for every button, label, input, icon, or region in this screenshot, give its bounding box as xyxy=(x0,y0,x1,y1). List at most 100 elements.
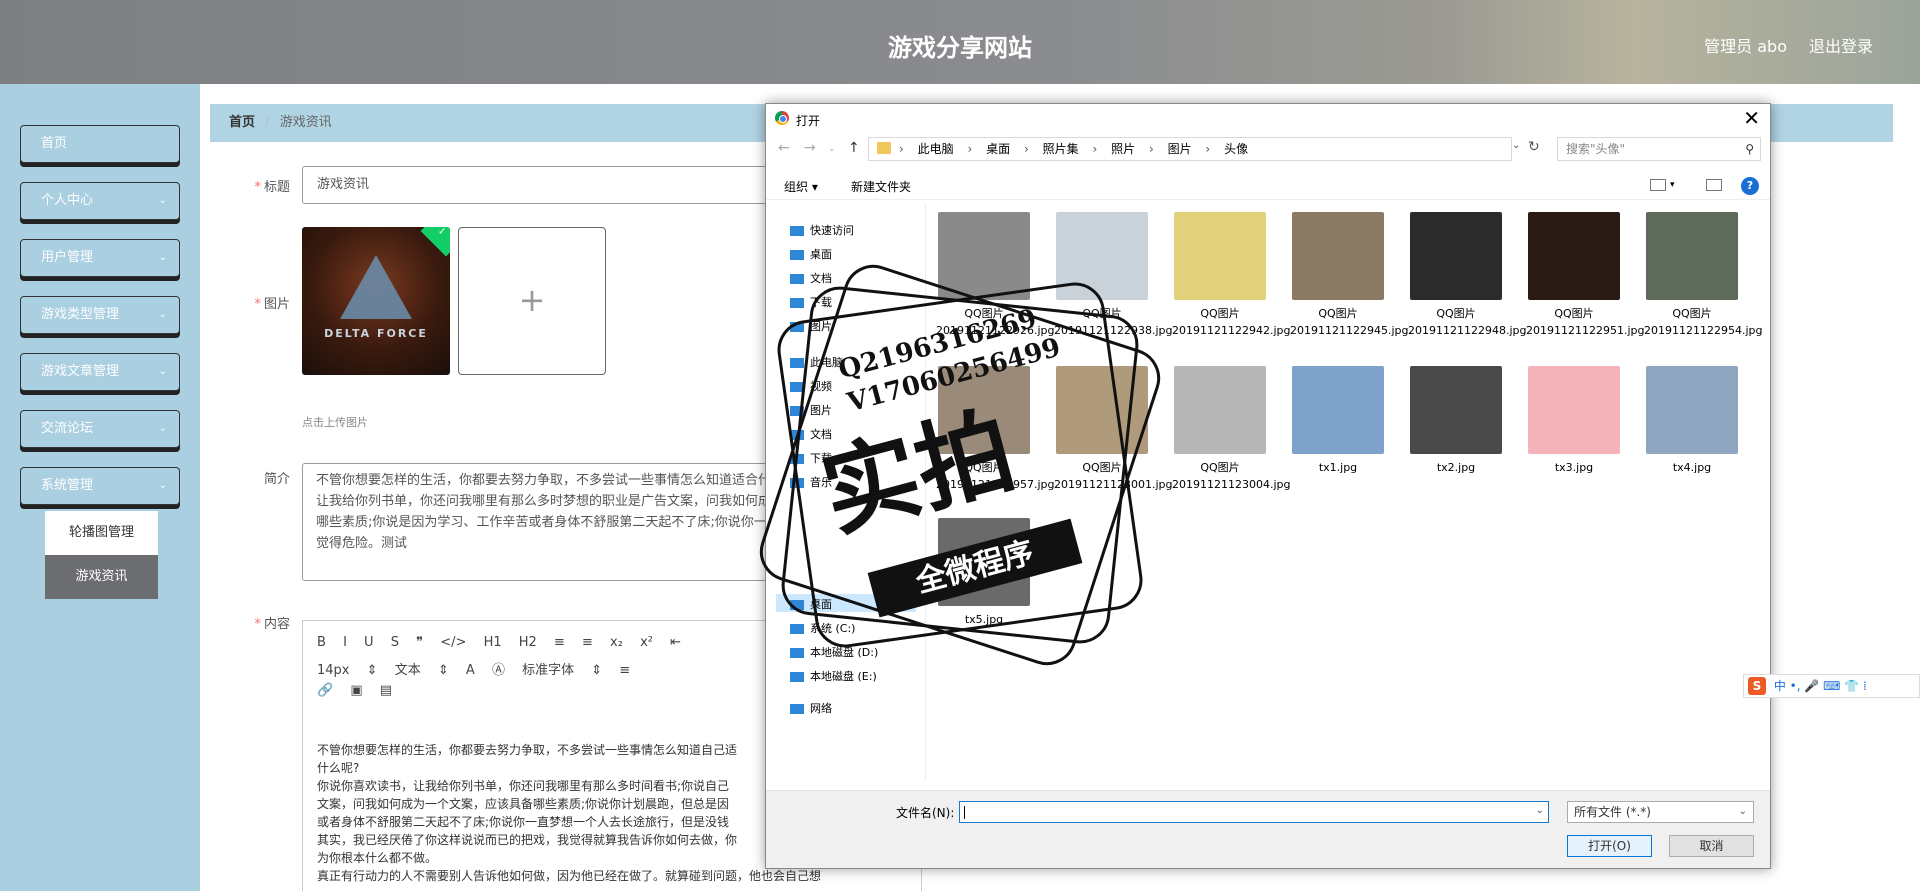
file-item[interactable]: tx2.jpg xyxy=(1408,366,1504,476)
nav-item-downloads[interactable]: 下载 xyxy=(790,294,832,310)
pictures-icon xyxy=(790,322,804,332)
search-input[interactable]: 搜索"头像" ⚲ xyxy=(1557,137,1761,161)
strike-button[interactable]: S xyxy=(391,635,399,650)
quote-button[interactable]: ❞ xyxy=(416,635,423,650)
close-icon[interactable]: ✕ xyxy=(1743,106,1760,130)
align-icon[interactable]: ≡ xyxy=(619,663,630,678)
nav-item-network[interactable]: 网络 xyxy=(790,700,832,716)
subscript-button[interactable]: x₂ xyxy=(610,635,623,650)
view-options-icon[interactable] xyxy=(1650,179,1666,191)
path-segment[interactable]: 照片 xyxy=(1111,138,1135,160)
sidebar-item-personal-center[interactable]: 个人中心 ⌄ xyxy=(20,182,180,220)
sidebar-item-home[interactable]: 首页 xyxy=(20,125,180,163)
open-button[interactable]: 打开(O) xyxy=(1567,835,1652,857)
help-icon[interactable]: ? xyxy=(1741,177,1759,195)
font-size-select[interactable]: 14px xyxy=(317,663,350,678)
logout-link[interactable]: 退出登录 xyxy=(1809,33,1873,57)
text-type-select[interactable]: 文本 xyxy=(395,659,421,678)
nav-item-desktop-2[interactable]: 桌面 xyxy=(790,596,832,612)
command-bar: 组织 ▾ 新建文件夹 ▾ ? xyxy=(766,172,1770,200)
nav-item-documents-2[interactable]: 文档 xyxy=(790,426,832,442)
file-item[interactable]: QQ图片 20191121122942.jpg xyxy=(1172,212,1291,339)
h1-button[interactable]: H1 xyxy=(484,635,502,650)
cancel-button[interactable]: 取消 xyxy=(1669,835,1754,857)
sidebar-item-game-type-management[interactable]: 游戏类型管理 ⌄ xyxy=(20,296,180,334)
file-item[interactable]: tx1.jpg xyxy=(1290,366,1386,476)
sidebar-item-game-article-management[interactable]: 游戏文章管理 ⌄ xyxy=(20,353,180,391)
nav-item-drive-c[interactable]: 系统 (C:) xyxy=(790,620,855,636)
bullet-list-button[interactable]: ≡ xyxy=(582,635,593,650)
required-mark: * xyxy=(254,180,261,195)
address-dropdown-icon[interactable]: ⌄ xyxy=(1512,140,1520,151)
chevron-down-icon: ⌄ xyxy=(158,195,167,206)
sidebar-item-system-management[interactable]: 系统管理 ⌄ xyxy=(20,467,180,505)
sidebar-subitem-carousel[interactable]: 轮播图管理 xyxy=(45,511,158,555)
chevron-down-icon[interactable]: ⌄ xyxy=(1536,805,1544,816)
sidebar-item-forum[interactable]: 交流论坛 ⌄ xyxy=(20,410,180,448)
sidebar-item-user-management[interactable]: 用户管理 ⌄ xyxy=(20,239,180,277)
nav-item-drive-d[interactable]: 本地磁盘 (D:) xyxy=(790,644,878,660)
file-item[interactable]: tx4.jpg xyxy=(1644,366,1740,476)
background-color-icon[interactable]: Ⓐ xyxy=(492,659,505,678)
bold-button[interactable]: B xyxy=(317,635,326,650)
path-segment[interactable]: 图片 xyxy=(1168,138,1192,160)
image-upload-button[interactable]: + xyxy=(458,227,606,375)
path-segment[interactable]: 桌面 xyxy=(986,138,1010,160)
file-item[interactable]: QQ图片 20191121122926.jpg xyxy=(936,212,1055,339)
filename-input[interactable]: ⌄ xyxy=(959,801,1549,823)
file-item[interactable]: QQ图片 20191121122954.jpg xyxy=(1644,212,1763,339)
sidebar-subitem-game-news[interactable]: 游戏资讯 xyxy=(45,555,158,599)
file-type-select[interactable]: 所有文件 (*.*) ⌄ xyxy=(1567,801,1754,823)
chevron-down-icon[interactable]: ▾ xyxy=(1670,180,1675,190)
folder-icon xyxy=(877,142,891,154)
file-item[interactable]: QQ图片 20191121122951.jpg xyxy=(1526,212,1645,339)
file-item[interactable]: QQ图片 20191121123004.jpg xyxy=(1172,366,1291,493)
ordered-list-button[interactable]: ≡ xyxy=(554,635,565,650)
h2-button[interactable]: H2 xyxy=(519,635,537,650)
up-icon[interactable]: ↑ xyxy=(848,140,860,156)
new-folder-button[interactable]: 新建文件夹 xyxy=(851,178,911,195)
nav-item-music[interactable]: 音乐 xyxy=(790,474,832,490)
nav-item-videos[interactable]: 视频 xyxy=(790,378,832,394)
file-item[interactable]: tx3.jpg xyxy=(1526,366,1622,476)
link-icon[interactable]: 🔗 xyxy=(317,683,333,698)
nav-item-desktop[interactable]: 桌面 xyxy=(790,246,832,262)
organize-button[interactable]: 组织 ▾ xyxy=(784,178,818,195)
image-icon[interactable]: ▣ xyxy=(350,683,362,698)
nav-item-documents[interactable]: 文档 xyxy=(790,270,832,286)
font-color-icon[interactable]: A xyxy=(466,663,475,678)
nav-item-pictures[interactable]: 图片 xyxy=(790,318,832,334)
font-family-select[interactable]: 标准字体 xyxy=(522,659,574,678)
address-bar[interactable]: › 此电脑 › 桌面 › 照片集 › 照片 › 图片 › 头像 xyxy=(868,137,1512,161)
superscript-button[interactable]: x² xyxy=(640,635,653,650)
path-segment[interactable]: 头像 xyxy=(1224,138,1248,160)
nav-item-pictures-2[interactable]: 图片 xyxy=(790,402,832,418)
nav-item-this-pc[interactable]: 此电脑 xyxy=(790,354,843,370)
file-item[interactable]: QQ图片 20191121122957.jpg xyxy=(936,366,1055,493)
file-item[interactable]: QQ图片 20191121122948.jpg xyxy=(1408,212,1527,339)
nav-item-drive-e[interactable]: 本地磁盘 (E:) xyxy=(790,668,877,684)
ime-toolbar[interactable]: S 中 •, 🎤 ⌨ 👕 ⁞ xyxy=(1743,674,1920,698)
uploaded-image-thumbnail[interactable]: DELTA FORCE ✓ xyxy=(302,227,450,375)
back-icon[interactable]: ← xyxy=(778,140,790,156)
underline-button[interactable]: U xyxy=(364,635,374,650)
file-item[interactable]: tx5.jpg xyxy=(936,518,1032,628)
outdent-button[interactable]: ⇤ xyxy=(670,635,681,650)
italic-button[interactable]: I xyxy=(343,635,347,650)
code-button[interactable]: </> xyxy=(440,635,466,650)
file-item[interactable]: QQ图片 20191121122945.jpg xyxy=(1290,212,1409,339)
nav-item-downloads-2[interactable]: 下载 xyxy=(790,450,832,466)
chevron-down-icon[interactable]: ⌄ xyxy=(828,144,836,154)
refresh-icon[interactable]: ↻ xyxy=(1528,139,1540,155)
forward-icon[interactable]: → xyxy=(804,140,816,156)
nav-item-quick-access[interactable]: 快速访问 xyxy=(790,222,854,238)
chevron-right-icon: › xyxy=(899,142,904,156)
file-item[interactable]: QQ图片 20191121123001.jpg xyxy=(1054,366,1173,493)
preview-pane-icon[interactable] xyxy=(1706,179,1722,191)
path-segment[interactable]: 此电脑 xyxy=(918,138,954,160)
breadcrumb-home[interactable]: 首页 xyxy=(229,115,255,130)
chevron-right-icon: › xyxy=(967,142,973,156)
video-icon[interactable]: ▤ xyxy=(380,683,392,698)
file-item[interactable]: QQ图片 20191121122938.jpg xyxy=(1054,212,1173,339)
path-segment[interactable]: 照片集 xyxy=(1043,138,1079,160)
